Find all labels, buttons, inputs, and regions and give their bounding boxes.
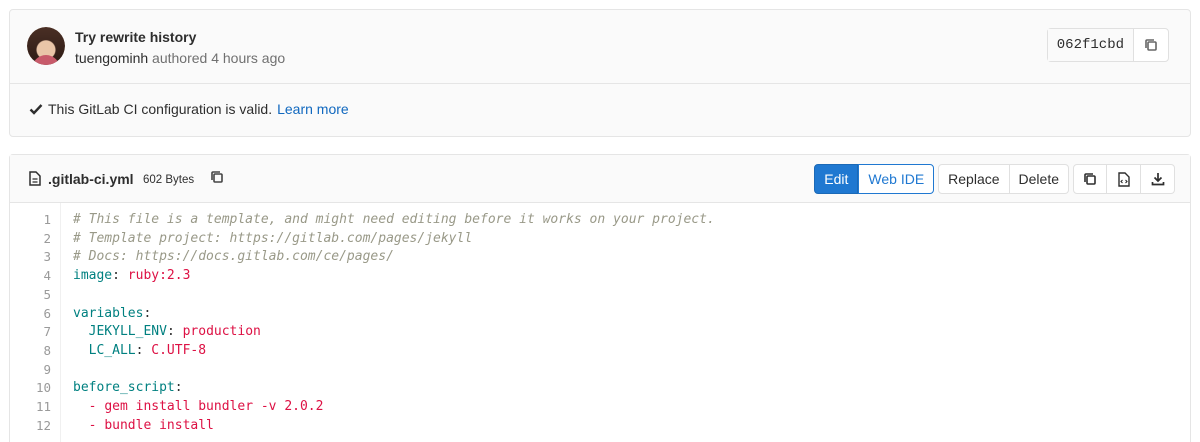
- file-text-icon: [29, 171, 41, 186]
- file-size: 602 Bytes: [143, 174, 195, 186]
- copy-sha-button[interactable]: [1134, 29, 1168, 61]
- code-token-sep: :: [135, 342, 152, 358]
- copy-file-path-icon[interactable]: [210, 170, 224, 184]
- commit-meta: tuengominh authored 4 hours ago: [75, 50, 285, 66]
- line-number[interactable]: 1: [43, 211, 51, 230]
- code-token-key: LC_ALL: [88, 342, 136, 358]
- delete-button[interactable]: Delete: [1009, 164, 1069, 194]
- line-number-gutter: 1 2 3 4 5 6 7 8 9 10 11 12: [10, 203, 61, 442]
- code-line: LC_ALL: C.UTF-8: [73, 342, 206, 361]
- commit-title[interactable]: Try rewrite history: [75, 29, 196, 45]
- code-token-value: gem install bundler -v 2.0.2: [104, 399, 324, 414]
- download-button[interactable]: [1141, 164, 1175, 194]
- code-token-value: bundle install: [104, 417, 214, 433]
- line-number[interactable]: 7: [43, 323, 51, 342]
- code-token-sep: :: [112, 268, 128, 284]
- code-token-indent: [73, 324, 89, 339]
- edit-button-group: Edit Web IDE: [814, 164, 935, 194]
- file-actions: Edit Web IDE Replace Delete: [814, 164, 1175, 194]
- code-token-indent: [73, 418, 89, 433]
- web-ide-button[interactable]: Web IDE: [858, 164, 935, 194]
- code-token-comment: # Docs: https://docs.gitlab.com/ce/pages…: [73, 249, 394, 265]
- code-line: image: ruby:2.3: [73, 267, 190, 286]
- replace-button[interactable]: Replace: [938, 164, 1010, 194]
- line-number[interactable]: 8: [43, 342, 51, 361]
- code-line: variables:: [73, 305, 151, 324]
- line-number[interactable]: 9: [43, 361, 51, 380]
- code-line: # Template project: https://gitlab.com/p…: [73, 230, 472, 249]
- check-icon: [29, 103, 43, 115]
- copy-icon: [1144, 38, 1158, 52]
- line-number[interactable]: 5: [43, 286, 51, 305]
- code-token-key: JEKYLL_ENV: [88, 324, 167, 340]
- commit-header: Try rewrite history tuengominh authored …: [10, 10, 1190, 84]
- file-tools-group: [1073, 164, 1175, 194]
- avatar[interactable]: [27, 27, 65, 65]
- code-token-key: before_script: [73, 380, 175, 396]
- file-code-icon: [1117, 171, 1130, 187]
- code-token-sep: :: [174, 380, 183, 396]
- learn-more-link[interactable]: Learn more: [277, 101, 349, 117]
- code-token-value: production: [182, 324, 261, 340]
- line-number[interactable]: 10: [36, 379, 51, 398]
- commit-sha-group: 062f1cbd: [1046, 28, 1169, 62]
- code-token-comment: # Template project: https://gitlab.com/p…: [73, 230, 473, 246]
- code-token-indent: [73, 343, 89, 358]
- code-token-indent: [73, 399, 89, 414]
- code-token-sep: :: [143, 305, 152, 321]
- copy-icon: [1083, 172, 1097, 186]
- code-line: - bundle install: [73, 417, 214, 436]
- code-token-key: variables: [73, 305, 144, 321]
- line-number[interactable]: 4: [43, 267, 51, 286]
- code-token-dash: -: [88, 417, 105, 433]
- code-line: before_script:: [73, 379, 183, 398]
- commit-box: Try rewrite history tuengominh authored …: [9, 9, 1191, 137]
- file-viewer: .gitlab-ci.yml 602 Bytes Edit Web IDE Re…: [9, 154, 1191, 442]
- edit-button[interactable]: Edit: [814, 164, 859, 194]
- code-view: 1 2 3 4 5 6 7 8 9 10 11 12 # This file is a templat…: [10, 203, 1190, 442]
- copy-contents-button[interactable]: [1073, 164, 1107, 194]
- line-number[interactable]: 2: [43, 230, 51, 249]
- file-header: .gitlab-ci.yml 602 Bytes Edit Web IDE Re…: [10, 155, 1190, 203]
- commit-sha[interactable]: 062f1cbd: [1047, 29, 1134, 61]
- code-token-key: image: [73, 268, 113, 284]
- download-icon: [1151, 172, 1165, 186]
- line-number[interactable]: 6: [43, 305, 51, 324]
- code-line: # This file is a template, and might nee…: [73, 211, 715, 230]
- ci-status-message: This GitLab CI configuration is valid. L…: [29, 101, 349, 117]
- code-line: # Docs: https://docs.gitlab.com/ce/pages…: [73, 248, 394, 267]
- open-raw-button[interactable]: [1107, 164, 1141, 194]
- line-number[interactable]: 11: [36, 398, 51, 417]
- code-token-sep: :: [166, 324, 183, 340]
- ci-valid-text: This GitLab CI configuration is valid.: [48, 101, 273, 117]
- code-line: - gem install bundler -v 2.0.2: [73, 398, 324, 417]
- commit-author[interactable]: tuengominh: [75, 50, 148, 66]
- replace-delete-group: Replace Delete: [938, 164, 1069, 194]
- code-token-dash: -: [88, 399, 105, 414]
- code-token-value: ruby:2.3: [127, 268, 191, 284]
- code-token-comment: # This file is a template, and might nee…: [73, 212, 715, 227]
- file-name: .gitlab-ci.yml: [48, 171, 134, 187]
- code-token-value: C.UTF-8: [151, 342, 207, 358]
- line-number[interactable]: 12: [36, 417, 51, 436]
- code-line: JEKYLL_ENV: production: [73, 323, 261, 342]
- commit-meta-suffix: authored 4 hours ago: [148, 50, 286, 66]
- line-number[interactable]: 3: [43, 248, 51, 267]
